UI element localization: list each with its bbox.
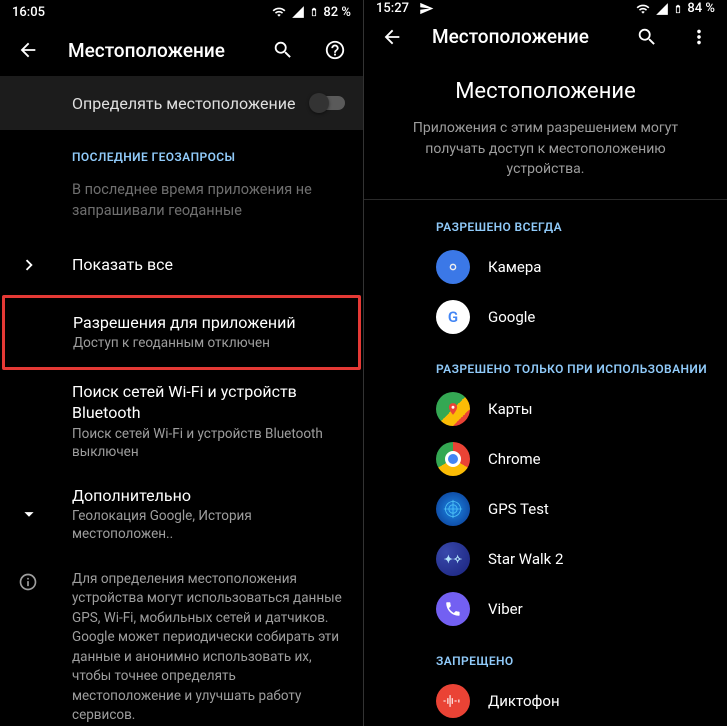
google-icon: G — [436, 300, 470, 334]
expand-lead — [18, 503, 72, 525]
page-title: Местоположение — [426, 25, 613, 48]
no-recent-text: В последнее время приложения не запрашив… — [0, 172, 363, 235]
chevron-down-icon — [18, 503, 40, 525]
show-all-label: Показать все — [72, 255, 173, 274]
app-bar: Местоположение — [364, 18, 727, 56]
toggle-label: Определять местоположение — [72, 94, 295, 113]
chevron-right-icon — [18, 254, 40, 276]
info-icon-wrap — [18, 570, 54, 726]
section-denied: ЗАПРЕЩЕНО — [364, 634, 727, 676]
permission-sub: Приложения с этим разрешением могут полу… — [388, 118, 703, 179]
battery-icon — [309, 4, 319, 20]
scanning-sub: Поиск сетей Wi-Fi и устройств Bluetooth … — [72, 425, 345, 461]
app-row-starwalk[interactable]: ✦✧ Star Walk 2 — [364, 534, 727, 584]
app-bar: Местоположение — [0, 24, 363, 76]
wifi-icon — [271, 5, 287, 19]
gpstest-icon — [436, 492, 470, 526]
highlight-box: Разрешения для приложений Доступ к геода… — [2, 295, 361, 370]
more-button[interactable] — [681, 19, 717, 55]
status-indicators: 84 % — [635, 1, 715, 17]
app-label: Google — [488, 307, 535, 327]
advanced-sub: Геолокация Google, История местоположен.… — [72, 507, 345, 543]
app-label: Viber — [488, 599, 523, 619]
back-button[interactable] — [10, 32, 46, 68]
section-allowed-always: РАЗРЕШЕНО ВСЕГДА — [364, 200, 727, 242]
footer-info: Для определения местоположения устройств… — [0, 556, 363, 726]
app-row-recorder[interactable]: Диктофон — [364, 676, 727, 726]
footer-text: Для определения местоположения устройств… — [72, 570, 345, 726]
status-bar: 15:27 84 % — [364, 0, 727, 18]
app-permissions-row[interactable]: Разрешения для приложений Доступ к геода… — [5, 298, 358, 367]
section-allowed-foreground: РАЗРЕШЕНО ТОЛЬКО ПРИ ИСПОЛЬЗОВАНИИ — [364, 342, 727, 384]
chrome-icon — [436, 442, 470, 476]
help-button[interactable] — [317, 32, 353, 68]
info-icon — [18, 572, 38, 592]
battery-text: 82 % — [323, 5, 351, 20]
toggle-switch[interactable] — [311, 96, 345, 110]
app-label: Chrome — [488, 449, 541, 469]
camera-icon — [436, 250, 470, 284]
signal-icon — [291, 5, 305, 19]
app-row-chrome[interactable]: Chrome — [364, 434, 727, 484]
app-row-maps[interactable]: Карты — [364, 384, 727, 434]
section-recent-requests: ПОСЛЕДНИЕ ГЕОЗАПРОСЫ — [0, 130, 363, 172]
battery-text: 84 % — [687, 1, 715, 16]
search-icon — [272, 39, 294, 61]
app-permissions-title: Разрешения для приложений — [73, 312, 340, 334]
app-label: Диктофон — [488, 691, 560, 711]
app-row-gpstest[interactable]: GPS Test — [364, 484, 727, 534]
left-screen: 16:05 82 % Местоположение Определять мес… — [0, 0, 363, 726]
scanning-title: Поиск сетей Wi-Fi и устройств Bluetooth — [72, 381, 345, 424]
app-label: GPS Test — [488, 499, 549, 519]
show-all-row[interactable]: Показать все — [0, 235, 363, 295]
back-icon — [381, 26, 403, 48]
search-button[interactable] — [629, 19, 665, 55]
app-permissions-sub: Доступ к геоданным отключен — [73, 334, 340, 352]
help-icon — [324, 39, 346, 61]
search-icon — [636, 26, 658, 48]
app-label: Star Walk 2 — [488, 549, 563, 569]
more-icon — [688, 26, 710, 48]
page-title: Местоположение — [62, 39, 249, 62]
wifi-icon — [635, 2, 651, 16]
starwalk-icon: ✦✧ — [436, 542, 470, 576]
advanced-title: Дополнительно — [72, 485, 345, 507]
status-indicators: 82 % — [271, 4, 351, 20]
status-time: 16:05 — [12, 5, 45, 20]
maps-icon — [436, 392, 470, 426]
telegram-icon — [419, 1, 434, 16]
back-icon — [17, 39, 39, 61]
permission-header: Местоположение Приложения с этим разреше… — [364, 55, 727, 189]
permission-title: Местоположение — [388, 79, 703, 104]
right-screen: 15:27 84 % Местоположение Местоположение… — [364, 0, 727, 726]
recorder-icon — [436, 684, 470, 718]
battery-icon — [673, 1, 683, 17]
search-button[interactable] — [265, 32, 301, 68]
app-row-viber[interactable]: Viber — [364, 584, 727, 634]
advanced-row[interactable]: Дополнительно Геолокация Google, История… — [0, 473, 363, 556]
back-button[interactable] — [374, 19, 410, 55]
status-time: 15:27 — [376, 1, 409, 16]
scanning-row[interactable]: Поиск сетей Wi-Fi и устройств Bluetooth … — [0, 370, 363, 473]
location-toggle-row[interactable]: Определять местоположение — [0, 76, 363, 130]
signal-icon — [655, 2, 669, 16]
chevron-lead — [18, 254, 72, 276]
app-row-camera[interactable]: Камера — [364, 242, 727, 292]
viber-icon — [436, 592, 470, 626]
app-row-google[interactable]: G Google — [364, 292, 727, 342]
status-bar: 16:05 82 % — [0, 0, 363, 24]
app-label: Камера — [488, 257, 541, 277]
app-label: Карты — [488, 399, 533, 419]
